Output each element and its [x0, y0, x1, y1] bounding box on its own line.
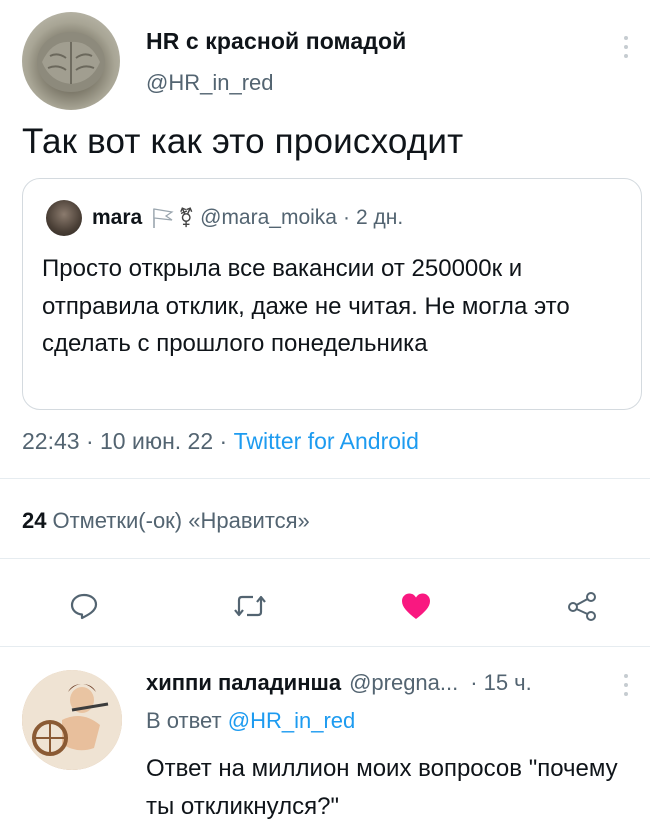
- reply-prefix: В ответ: [146, 708, 228, 733]
- tweet-text: Так вот как это происходит: [22, 122, 464, 161]
- quoted-tweet-text: Просто открыла все вакансии от 250000к и…: [42, 255, 570, 357]
- quoted-author-name: mara: [92, 206, 143, 229]
- divider: [0, 558, 650, 559]
- author-avatar[interactable]: [22, 12, 120, 110]
- divider: [0, 646, 650, 647]
- reply-author-name[interactable]: хиппи паладинша: [146, 670, 341, 696]
- retweet-icon: [234, 595, 266, 617]
- author-name[interactable]: HR с красной помадой: [146, 28, 406, 55]
- share-icon: [568, 592, 596, 621]
- tweet-timestamp: 22:43 · 10 июн. 22 ·: [22, 428, 234, 454]
- separator-dot: ·: [342, 206, 350, 229]
- author-handle[interactable]: @HR_in_red: [146, 70, 274, 96]
- white-flag-icon: [153, 208, 174, 228]
- tweet-meta: 22:43 · 10 июн. 22 · Twitter for Android: [22, 428, 419, 455]
- reply-time: 15 ч.: [483, 670, 532, 695]
- reply-icon: [70, 593, 98, 620]
- retweet-button[interactable]: [230, 586, 270, 626]
- share-button[interactable]: [562, 586, 602, 626]
- quoted-author-avatar: [46, 200, 82, 236]
- tweet-source-link[interactable]: Twitter for Android: [234, 428, 419, 454]
- reply-more-options-icon[interactable]: [623, 674, 629, 696]
- heart-icon: [402, 593, 430, 619]
- replying-to: В ответ @HR_in_red: [146, 708, 355, 734]
- reply-author-handle[interactable]: @pregna...: [349, 670, 458, 696]
- reply-text: Ответ на миллион моих вопросов "почему т…: [146, 755, 618, 820]
- quoted-tweet-time: 2 дн.: [355, 206, 404, 229]
- quoted-tweet-header: mara ⚧ @mara_moika · 2 дн.: [92, 206, 403, 230]
- quoted-author-handle: @mara_moika: [200, 206, 337, 229]
- likes-label: Отметки(-ок) «Нравится»: [52, 508, 310, 533]
- transgender-symbol-icon: ⚧: [178, 207, 195, 229]
- reply-header: хиппи паладинша @pregna... · 15 ч.: [146, 670, 532, 696]
- separator-dot: ·: [470, 670, 478, 695]
- divider: [0, 478, 650, 479]
- likes-count: 24: [22, 508, 47, 533]
- likes-summary[interactable]: 24 Отметки(-ок) «Нравится»: [22, 508, 310, 534]
- reply-button[interactable]: [64, 586, 104, 626]
- more-options-icon[interactable]: [623, 36, 629, 58]
- reply-to-handle-link[interactable]: @HR_in_red: [228, 708, 356, 733]
- reply-author-avatar[interactable]: [22, 670, 122, 770]
- like-button[interactable]: [396, 586, 436, 626]
